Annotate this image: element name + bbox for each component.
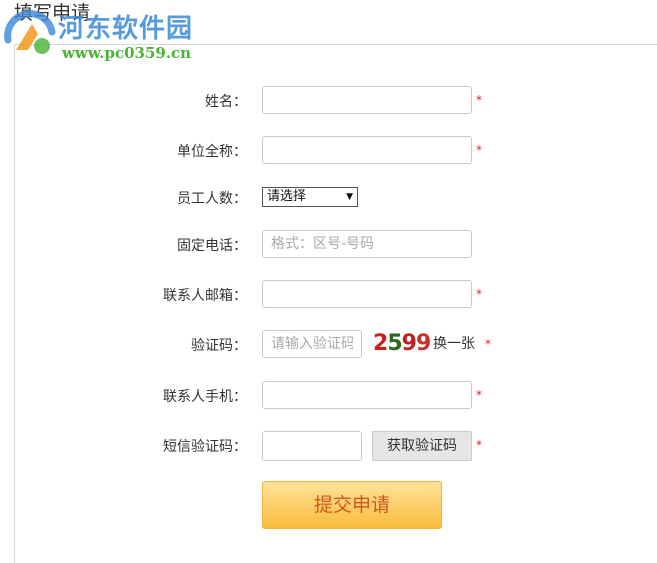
staff-count-selected: 请选择 bbox=[267, 189, 307, 204]
required-mark: * bbox=[476, 143, 482, 157]
captcha-digit: 9 bbox=[415, 331, 431, 356]
watermark: 河东软件园 www.pc0359.cn bbox=[0, 4, 210, 64]
email-input[interactable] bbox=[262, 280, 472, 308]
row-mobile: 联系人手机： * bbox=[0, 381, 657, 413]
captcha-digit: 9 bbox=[401, 331, 417, 356]
company-input[interactable] bbox=[262, 136, 472, 164]
required-mark: * bbox=[476, 287, 482, 301]
required-mark: * bbox=[476, 438, 482, 452]
phone-label: 固定电话： bbox=[177, 238, 247, 254]
row-name: 姓名： * bbox=[0, 86, 657, 118]
row-captcha: 验证码： 2599 换一张 * bbox=[0, 330, 657, 362]
watermark-name: 河东软件园 bbox=[58, 14, 194, 44]
captcha-digit: 5 bbox=[387, 331, 402, 356]
sms-code-input[interactable] bbox=[262, 431, 362, 461]
row-sms-code: 短信验证码： 获取验证码 * bbox=[0, 431, 657, 463]
staff-count-label: 员工人数： bbox=[177, 191, 247, 207]
mobile-input[interactable] bbox=[262, 381, 472, 409]
watermark-url: www.pc0359.cn bbox=[62, 44, 192, 62]
staff-count-select[interactable]: 请选择 ▼ bbox=[262, 187, 358, 207]
mobile-label: 联系人手机： bbox=[163, 389, 247, 405]
captcha-label: 验证码： bbox=[191, 338, 247, 354]
dropdown-arrow-icon: ▼ bbox=[346, 192, 353, 202]
company-label: 单位全称： bbox=[177, 144, 247, 160]
watermark-logo-icon bbox=[4, 10, 56, 54]
required-mark: * bbox=[476, 388, 482, 402]
row-email: 联系人邮箱： * bbox=[0, 280, 657, 312]
phone-input[interactable] bbox=[262, 230, 472, 258]
row-company: 单位全称： * bbox=[0, 136, 657, 168]
submit-button[interactable]: 提交申请 bbox=[262, 481, 442, 529]
sms-code-label: 短信验证码： bbox=[163, 439, 247, 455]
required-mark: * bbox=[476, 93, 482, 107]
get-sms-code-button[interactable]: 获取验证码 bbox=[372, 431, 472, 461]
row-phone: 固定电话： bbox=[0, 230, 657, 262]
name-input[interactable] bbox=[262, 86, 472, 114]
application-form-page: 填写申请 河东软件园 www.pc0359.cn 姓名： * 单位全称： * 员… bbox=[0, 0, 657, 563]
name-label: 姓名： bbox=[205, 94, 247, 110]
captcha-image[interactable]: 2599 bbox=[373, 328, 431, 360]
email-label: 联系人邮箱： bbox=[163, 288, 247, 304]
refresh-captcha-link[interactable]: 换一张 bbox=[433, 330, 475, 358]
captcha-input[interactable] bbox=[262, 330, 362, 358]
captcha-digit: 2 bbox=[373, 331, 388, 356]
row-staff-count: 员工人数： 请选择 ▼ bbox=[0, 183, 657, 215]
required-mark: * bbox=[485, 337, 491, 351]
